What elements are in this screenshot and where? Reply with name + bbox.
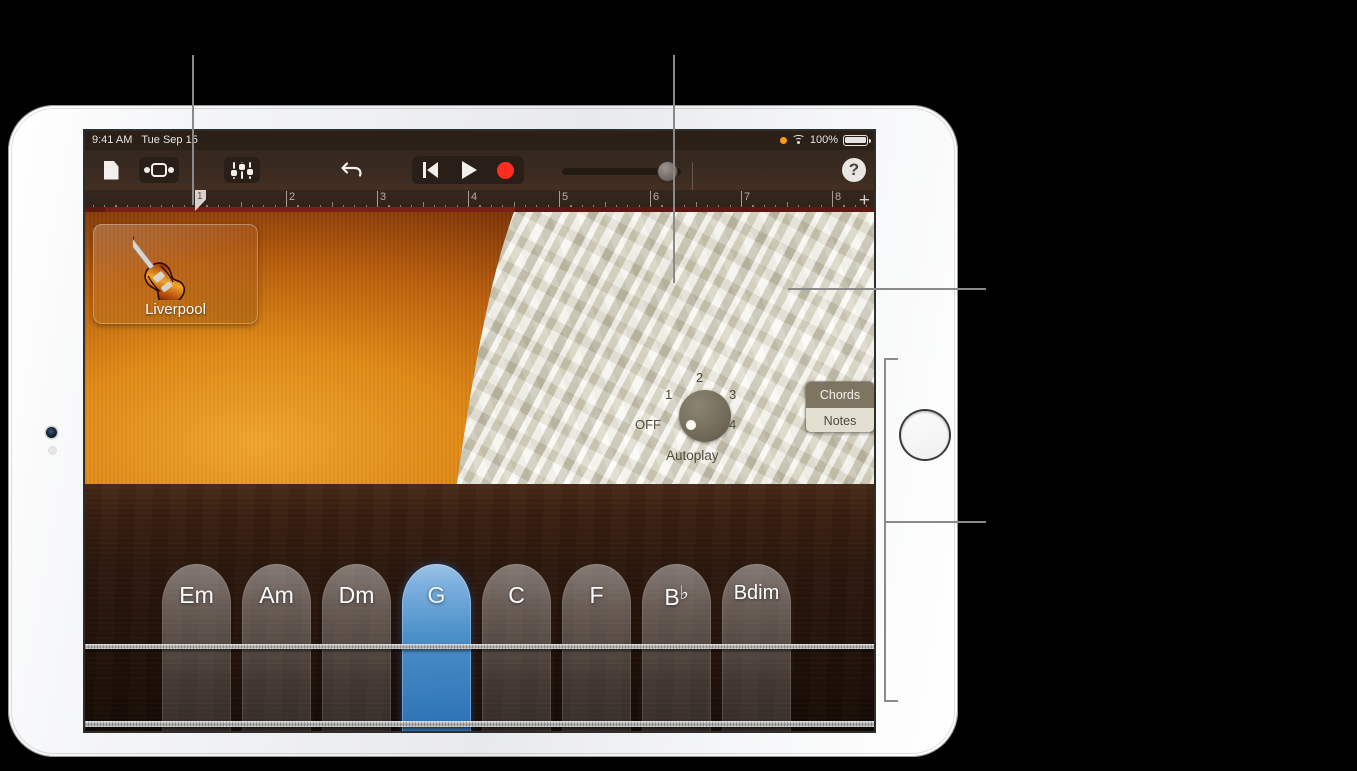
autoplay-label-off[interactable]: OFF [635,417,661,432]
rewind-button[interactable] [412,156,449,184]
toggle-option-chords[interactable]: Chords [806,382,874,408]
ipad-device: 9:41 AM Tue Sep 15 100% ? 2 3 4 5 6 7 8 … [8,105,958,757]
toolbar: ? [85,150,874,192]
help-button[interactable]: ? [842,158,866,182]
rewind-bar-icon [423,162,427,178]
transport-controls [412,156,524,184]
autoplay-caption: Autoplay [666,448,719,463]
autoplay-label-3[interactable]: 3 [729,387,736,402]
rewind-icon [427,162,439,178]
track-view-button[interactable] [139,157,179,183]
chord-strip-label: Em [179,582,214,608]
ruler-bar-number: 7 [744,191,751,203]
undo-arrow-icon [340,160,364,181]
record-button[interactable] [487,156,524,184]
callout-line-playhead [192,55,194,205]
ipad-screen: 9:41 AM Tue Sep 15 100% ? 2 3 4 5 6 7 8 … [85,131,874,731]
callout-bracket-chord-strips [884,358,898,702]
instrument-card-label: Liverpool [145,301,206,318]
autoplay-knob[interactable] [679,390,731,442]
ruler-bar-number: 5 [562,191,569,203]
undo-button[interactable] [338,157,366,183]
record-icon [496,161,514,179]
bass-string-2[interactable] [85,721,874,727]
status-time: 9:41 AM [92,134,133,146]
callout-line-chord-strips [885,521,986,523]
metronome-button[interactable] [706,158,730,184]
instrument-area: Liverpool OFF 1 2 3 4 Autoplay Chords No… [85,212,874,731]
fretboard: Em Am Dm G C F B♭ Bdim [85,484,874,731]
chords-notes-toggle[interactable]: Chords Notes [805,381,874,433]
play-button[interactable] [449,156,486,184]
play-icon [461,161,477,179]
my-songs-browser-button[interactable] [98,157,124,183]
mixer-sliders-icon [231,161,253,179]
violin-bass-icon [121,230,223,306]
chord-strip-label: C [508,582,525,608]
instrument-card[interactable]: Liverpool [93,224,258,324]
autoplay-control: OFF 1 2 3 4 Autoplay [633,370,759,468]
home-button[interactable] [901,411,949,459]
chord-strip-label: F [589,582,604,608]
ruler-bar-number: 4 [471,191,478,203]
ruler-bar-number: 6 [653,191,660,203]
battery-percent: 100% [809,134,838,146]
toolbar-divider [692,162,693,192]
chord-strip-label: B♭ [664,583,689,610]
song-settings-button[interactable] [803,158,827,184]
autoplay-label-1[interactable]: 1 [665,387,672,402]
help-label: ? [848,160,860,179]
battery-icon [843,134,871,146]
toggle-option-notes[interactable]: Notes [806,408,874,432]
front-camera-icon [46,427,57,438]
chord-strip-label: G [427,582,446,608]
chord-strip-label: Am [259,582,294,608]
add-section-button[interactable]: + [859,191,870,210]
callout-line-autoplay [673,55,675,283]
document-icon [103,160,119,180]
chord-strip-container: Em Am Dm G C F B♭ Bdim [85,484,874,731]
chord-strip-label: Dm [338,582,375,608]
playhead-bar-number: 1 [197,191,203,202]
autoplay-knob-indicator [686,420,696,430]
chord-strip-label: Bdim [733,582,780,604]
autoplay-label-2[interactable]: 2 [696,370,703,385]
status-date: Tue Sep 15 [141,134,198,146]
ruler-bar-number: 8 [835,191,842,203]
screenshot-root: 9:41 AM Tue Sep 15 100% ? 2 3 4 5 6 7 8 … [0,0,1357,771]
track-view-icon [144,163,174,177]
ruler-bar-number: 3 [380,191,387,203]
callout-line-mode-toggle [788,288,986,290]
ambient-sensor-icon [49,447,56,454]
timeline-ruler[interactable]: 12345678 1 + [85,190,874,212]
recording-indicator-icon [779,136,787,144]
mixer-settings-button[interactable] [224,157,260,183]
status-bar: 9:41 AM Tue Sep 15 100% [85,131,874,150]
ruler-bar-number: 2 [289,191,296,203]
wifi-icon [791,135,805,145]
bass-string-1[interactable] [85,644,874,649]
master-volume-slider[interactable] [562,162,681,181]
